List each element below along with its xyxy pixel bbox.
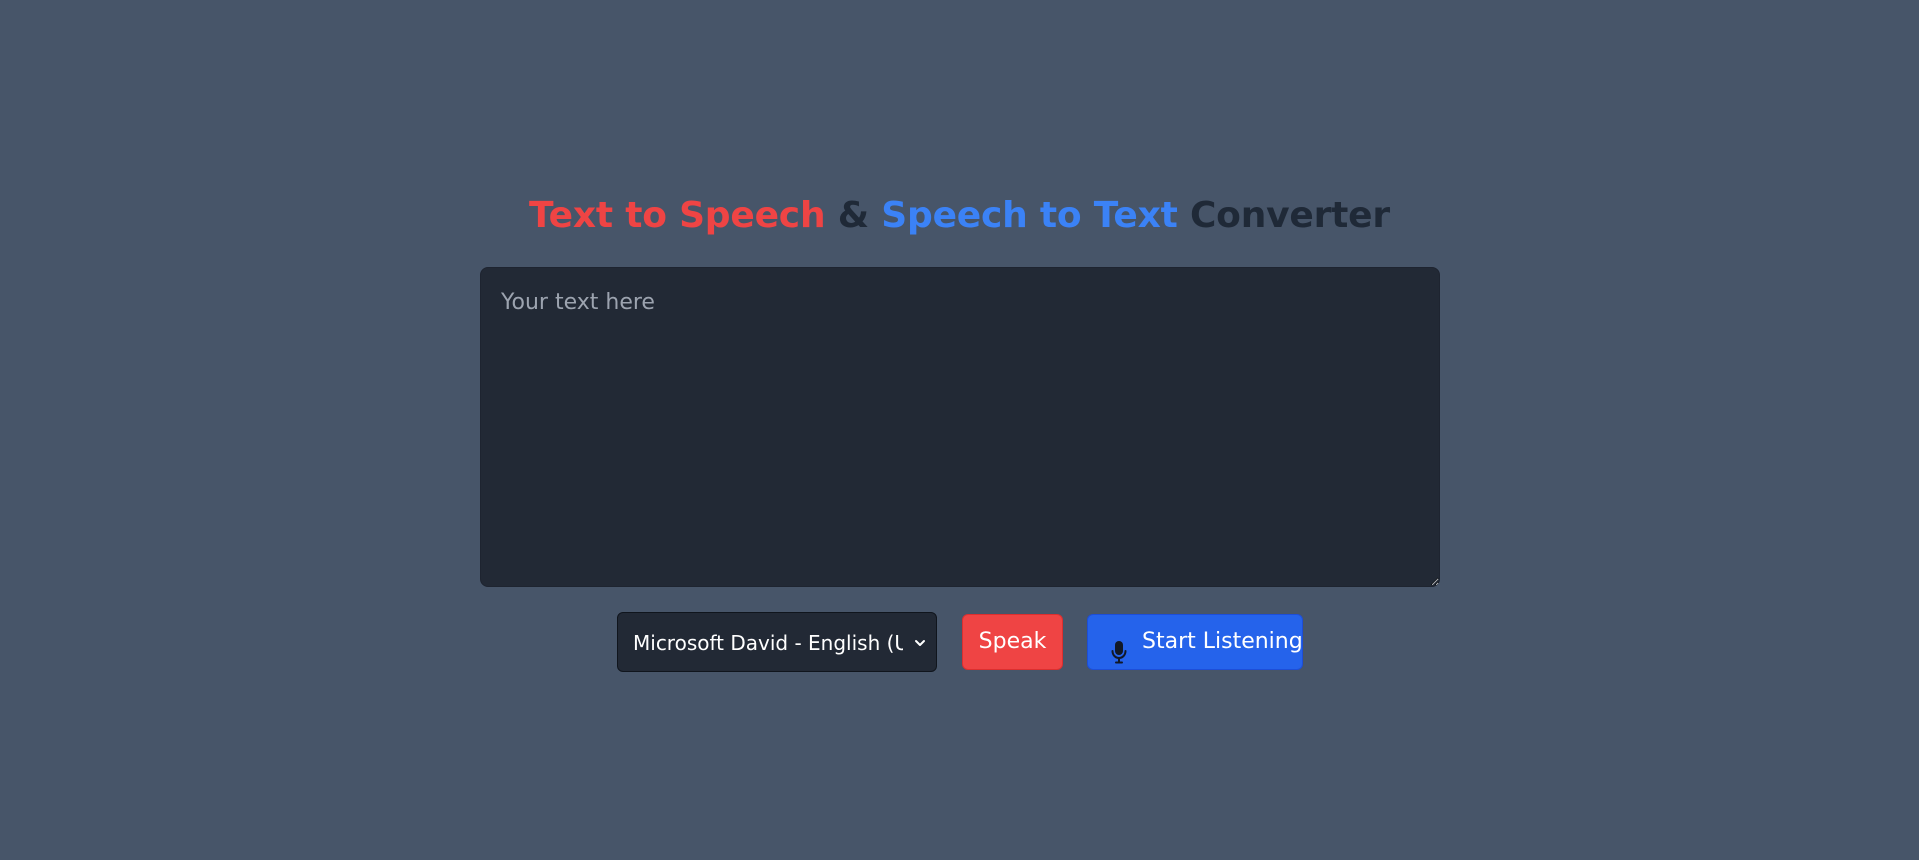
page-title: Text to Speech & Speech to Text Converte…: [0, 190, 1919, 242]
chevron-down-icon: [910, 613, 930, 671]
title-ampersand: &: [837, 195, 869, 236]
title-converter: Converter: [1189, 195, 1390, 236]
text-input-container: [480, 267, 1440, 587]
speak-button[interactable]: Speak: [962, 614, 1063, 670]
microphone-icon: [1111, 631, 1127, 664]
app-page: Text to Speech & Speech to Text Converte…: [0, 0, 1919, 860]
voice-select[interactable]: Microsoft David - English (United States…: [617, 612, 937, 672]
title-text-to-speech: Text to Speech: [529, 195, 826, 236]
controls-bar: Microsoft David - English (United States…: [0, 612, 1919, 672]
start-listening-button[interactable]: Start Listening: [1087, 614, 1303, 670]
voice-select-value: Microsoft David - English (United States…: [633, 631, 903, 655]
text-input[interactable]: [480, 267, 1440, 587]
title-speech-to-text: Speech to Text: [881, 195, 1178, 236]
start-listening-label: Start Listening: [1142, 629, 1303, 654]
